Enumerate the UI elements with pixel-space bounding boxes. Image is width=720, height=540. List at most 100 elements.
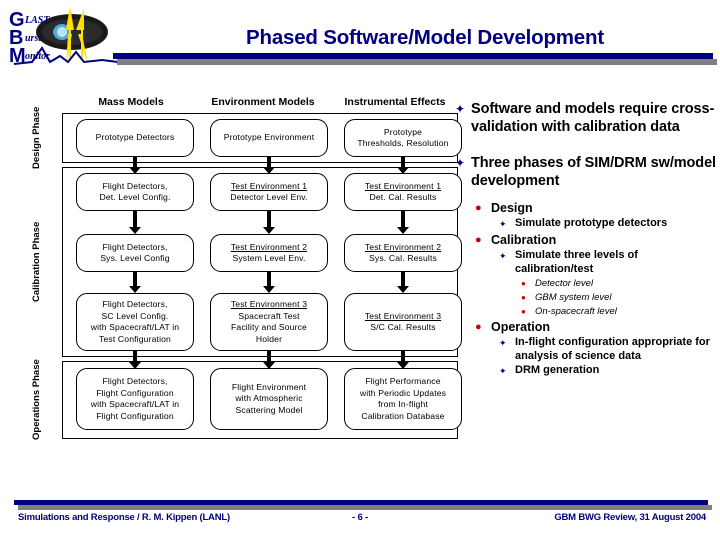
node-line: Sys. Level Config <box>100 253 170 263</box>
phase-label-design: Design Phase <box>24 107 50 169</box>
node-line: Prototype Detectors <box>95 132 175 143</box>
bullet-item-level-2: ● Operation <box>475 319 717 335</box>
column-header-instrumental-effects: Instrumental Effects <box>344 96 446 108</box>
node-line: Detector Level Env. <box>230 192 308 202</box>
node-ops-instr: Flight Performance with Periodic Updates f… <box>344 368 462 430</box>
node-line: with Spacecraft/LAT in <box>90 399 180 409</box>
bullet-item-level-4: ● Detector level <box>521 277 717 290</box>
node-line: with Spacecraft/LAT in <box>90 322 180 332</box>
footer-rule <box>14 500 708 505</box>
flow-arrow <box>263 211 275 235</box>
bullet-item-level-1: ✦ Software and models require cross-valid… <box>455 100 717 136</box>
node-line: Holder <box>255 333 283 344</box>
node-cal2-mass: Flight Detectors, Sys. Level Config <box>76 234 194 272</box>
flow-arrow <box>263 351 275 369</box>
page-title: Phased Software/Model Development <box>246 26 604 49</box>
bullet-text: GBM system level <box>535 292 612 303</box>
flow-arrow <box>397 272 409 294</box>
node-line: Flight Configuration <box>96 387 174 398</box>
node-line: S/C Cal. Results <box>370 322 436 332</box>
bullet-text: Simulate three levels of calibration/tes… <box>515 249 638 275</box>
bullet-item-level-1: ✦ Three phases of SIM/DRM sw/model develo… <box>455 154 717 190</box>
slide-header: G B M LAST urst onitor Phased Software/M… <box>0 0 720 92</box>
node-line: Thresholds, Resolution <box>357 138 449 148</box>
bullet-item-level-4: ● GBM system level <box>521 291 717 304</box>
node-line: Prototype Environment <box>223 132 315 143</box>
bullet-item-level-3: ✦ DRM generation <box>499 364 717 378</box>
bullet-dot-icon: ● <box>521 293 526 302</box>
flow-arrow <box>397 211 409 235</box>
node-line: Flight Detectors, <box>102 180 168 191</box>
node-line: Prototype <box>383 126 423 137</box>
node-cal1-instr: Test Environment 1 Det. Cal. Results <box>344 173 462 211</box>
svg-text:M: M <box>9 45 26 67</box>
title-rule <box>113 53 713 59</box>
bullet-text: Calibration <box>491 233 557 247</box>
node-line: Calibration Database <box>361 410 445 421</box>
node-line: Facility and Source <box>231 322 307 332</box>
bullet-dot-icon: ● <box>475 234 482 246</box>
phase-label-operations-text: Operations Phase <box>31 359 42 441</box>
node-cal3-env: Test Environment 3 Spacecraft Test Facilit… <box>210 293 328 351</box>
node-ops-mass: Flight Detectors, Flight Configuration wit… <box>76 368 194 430</box>
node-heading: Test Environment 1 <box>230 180 308 191</box>
gbm-glast-burst-monitor-logo: G B M LAST urst onitor <box>6 4 124 70</box>
node-line: from In-flight <box>378 399 428 409</box>
node-line: Det. Cal. Results <box>369 192 437 202</box>
title-rule-shadow <box>117 59 717 65</box>
phase-label-calibration-text: Calibration Phase <box>31 221 42 303</box>
bullet-text: Operation <box>491 320 551 334</box>
node-heading: Test Environment 2 <box>230 241 308 252</box>
column-header-mass-models: Mass Models <box>98 96 164 108</box>
bullet-star-icon: ✦ <box>499 251 507 261</box>
node-ops-env: Flight Environment with Atmospheric Scatte… <box>210 368 328 430</box>
phase-label-design-text: Design Phase <box>31 106 42 170</box>
bullet-star-icon: ✦ <box>499 338 507 348</box>
bullet-item-level-4: ● On-spacecraft level <box>521 305 717 318</box>
node-cal1-env: Test Environment 1 Detector Level Env. <box>210 173 328 211</box>
node-line: Test Configuration <box>99 333 171 344</box>
node-line: Flight Detectors, <box>102 376 168 386</box>
node-line: Sys. Cal. Results <box>369 253 437 263</box>
diagram-column-headers: Mass Models Environment Models Instrumen… <box>62 96 458 111</box>
node-heading: Test Environment 1 <box>364 180 442 191</box>
bullet-star-icon: ✦ <box>455 156 466 170</box>
footer-rule-shadow <box>18 505 712 510</box>
bullet-text: Three phases of SIM/DRM sw/model develop… <box>471 155 716 189</box>
flow-arrow <box>129 157 141 174</box>
bullet-text: DRM generation <box>515 364 600 376</box>
phase-label-calibration: Calibration Phase <box>24 167 50 357</box>
node-cal1-mass: Flight Detectors, Det. Level Config. <box>76 173 194 211</box>
bullet-dot-icon: ● <box>475 202 482 214</box>
node-line: Det. Level Config. <box>99 192 171 202</box>
node-design-env: Prototype Environment <box>210 119 328 157</box>
node-design-mass: Prototype Detectors <box>76 119 194 157</box>
bullet-item-level-3: ✦ Simulate three levels of calibration/te… <box>499 249 717 276</box>
flow-arrow <box>129 351 141 369</box>
node-line: Flight Performance <box>365 376 441 386</box>
bullet-star-icon: ✦ <box>499 219 507 229</box>
flow-arrow <box>129 272 141 294</box>
bullet-text: Simulate prototype detectors <box>515 217 668 229</box>
bullet-dot-icon: ● <box>475 321 482 333</box>
node-line: with Atmospheric <box>235 393 303 404</box>
bullet-text: On-spacecraft level <box>535 306 617 317</box>
svg-text:onitor: onitor <box>25 51 50 62</box>
phase-label-operations: Operations Phase <box>24 359 50 441</box>
node-line: with Periodic Updates <box>359 387 447 398</box>
svg-text:LAST: LAST <box>24 15 50 26</box>
node-heading: Test Environment 3 <box>364 310 442 321</box>
bullet-item-level-2: ● Design <box>475 200 717 216</box>
bullet-star-icon: ✦ <box>499 366 507 376</box>
node-line: Flight Detectors, <box>102 299 168 309</box>
flow-arrow <box>263 272 275 294</box>
bullet-item-level-3: ✦ Simulate prototype detectors <box>499 217 717 231</box>
node-line: System Level Env. <box>232 253 306 263</box>
bullet-text: In-flight configuration appropriate for … <box>515 336 710 362</box>
node-line: Spacecraft Test <box>238 310 300 321</box>
bullet-star-icon: ✦ <box>455 102 466 116</box>
bullet-item-level-2: ● Calibration <box>475 232 717 248</box>
node-cal3-mass: Flight Detectors, SC Level Config. with Sp… <box>76 293 194 351</box>
bullet-dot-icon: ● <box>521 307 526 316</box>
flow-arrow <box>129 211 141 235</box>
